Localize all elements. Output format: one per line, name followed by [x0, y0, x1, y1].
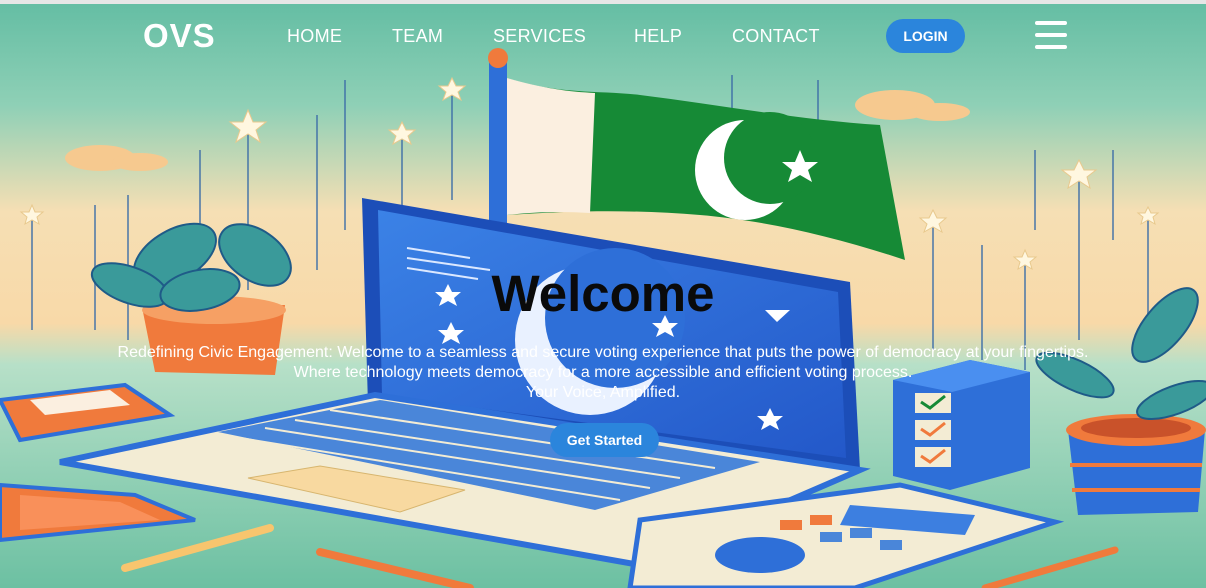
- top-navbar: OVS HOME TEAM SERVICES HELP CONTACT LOGI…: [0, 4, 1206, 66]
- nav-link-team[interactable]: TEAM: [392, 26, 443, 47]
- hero-tagline: Redefining Civic Engagement: Welcome to …: [117, 344, 1089, 361]
- nav-link-home[interactable]: HOME: [287, 26, 342, 47]
- get-started-button[interactable]: Get Started: [550, 423, 659, 457]
- hero-slogan: Your Voice, Amplified.: [525, 384, 681, 401]
- hero-section: OVS HOME TEAM SERVICES HELP CONTACT LOGI…: [0, 0, 1206, 588]
- nav-link-contact[interactable]: CONTACT: [732, 26, 820, 47]
- hero-title: Welcome: [491, 265, 715, 322]
- nav-link-services[interactable]: SERVICES: [493, 26, 586, 47]
- hero-subtitle: Where technology meets democracy for a m…: [293, 364, 913, 381]
- login-button[interactable]: LOGIN: [886, 19, 965, 53]
- nav-link-help[interactable]: HELP: [634, 26, 682, 47]
- brand-logo[interactable]: OVS: [143, 17, 216, 55]
- hamburger-menu-icon[interactable]: [1035, 21, 1067, 51]
